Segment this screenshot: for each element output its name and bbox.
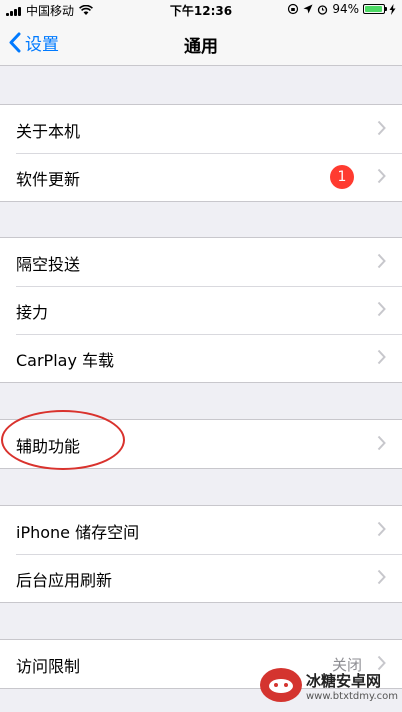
location-icon [303, 4, 313, 14]
rotation-lock-icon [288, 3, 299, 15]
cell-iphone-storage[interactable]: iPhone 储存空间 [0, 506, 402, 554]
chevron-right-icon [377, 301, 386, 317]
cell-accessibility[interactable]: 辅助功能 [0, 420, 402, 468]
cell-label: 访问限制 [16, 657, 81, 676]
chevron-right-icon [377, 569, 386, 585]
cell-label: 辅助功能 [16, 437, 81, 456]
chevron-right-icon [377, 120, 386, 136]
watermark-logo-icon [260, 668, 302, 702]
chevron-right-icon [377, 435, 386, 451]
settings-group-about: 关于本机 软件更新 1 [0, 104, 402, 202]
cell-airdrop[interactable]: 隔空投送 [0, 238, 402, 286]
battery-icon [363, 4, 387, 14]
page-title: 通用 [184, 37, 218, 57]
battery-percent: 94% [332, 2, 359, 16]
cell-label: CarPlay 车载 [16, 351, 115, 370]
settings-group-connectivity: 隔空投送 接力 CarPlay 车载 [0, 237, 402, 383]
cell-background-refresh[interactable]: 后台应用刷新 [0, 554, 402, 602]
cell-label: 隔空投送 [16, 255, 81, 274]
cell-label: iPhone 储存空间 [16, 523, 140, 542]
cell-label: 关于本机 [16, 122, 81, 141]
cell-about[interactable]: 关于本机 [0, 105, 402, 153]
cell-handoff[interactable]: 接力 [0, 286, 402, 334]
status-bar: 中国移动 下午12:36 94% [0, 0, 402, 20]
site-watermark: 冰糖安卓网 www.btxtdmy.com [260, 662, 400, 712]
cell-software-update[interactable]: 软件更新 1 [0, 153, 402, 201]
chevron-right-icon [377, 168, 386, 184]
cell-label: 软件更新 [16, 170, 81, 189]
chevron-right-icon [377, 253, 386, 269]
chevron-right-icon [377, 349, 386, 365]
alarm-icon [318, 4, 328, 15]
settings-group-accessibility: 辅助功能 [0, 419, 402, 469]
settings-group-storage: iPhone 储存空间 后台应用刷新 [0, 505, 402, 603]
watermark-title: 冰糖安卓网 [306, 672, 382, 690]
watermark-url: www.btxtdmy.com [306, 691, 399, 702]
update-badge: 1 [330, 165, 354, 189]
cell-label: 后台应用刷新 [16, 571, 113, 590]
chevron-right-icon [377, 521, 386, 537]
battery-level [365, 6, 382, 12]
charging-icon [389, 3, 396, 15]
cell-label: 接力 [16, 303, 49, 322]
navigation-bar: 设置 通用 [0, 20, 402, 66]
cell-carplay[interactable]: CarPlay 车载 [0, 334, 402, 382]
